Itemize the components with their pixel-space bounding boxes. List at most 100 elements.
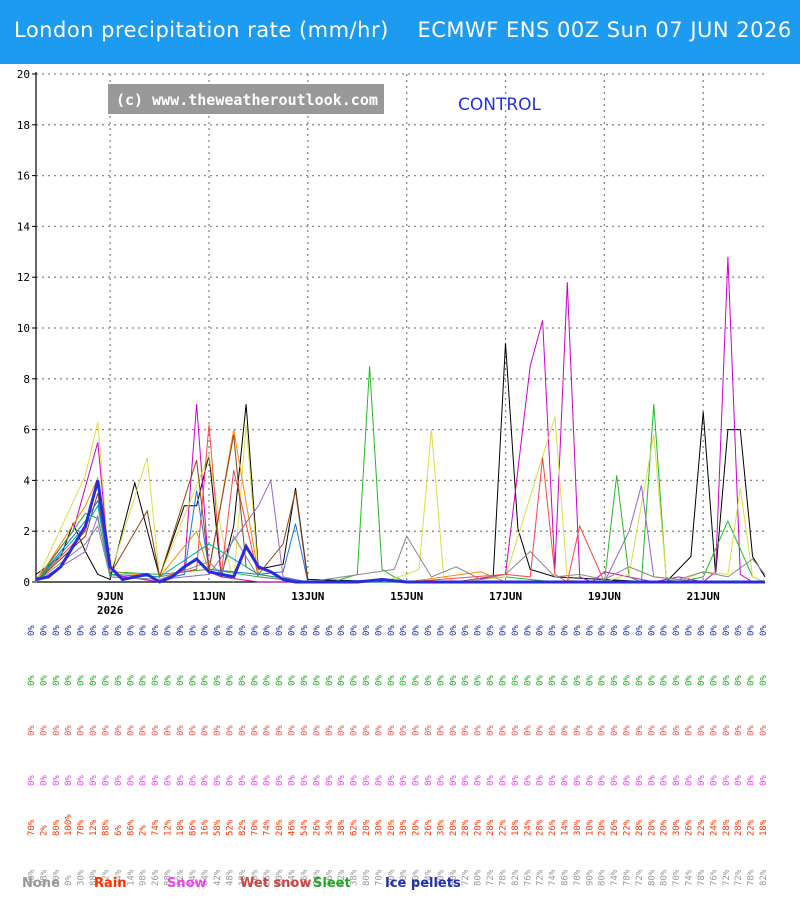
percent-label-wet-snow: 0% <box>598 725 608 736</box>
percent-label-sleet: 0% <box>635 675 645 686</box>
percent-label-rain: 80% <box>52 819 62 836</box>
percent-label-none: 98% <box>139 869 149 886</box>
percent-label-sleet: 0% <box>374 675 384 686</box>
percent-label-wet-snow: 0% <box>536 725 546 736</box>
percent-label-none: 74% <box>685 869 695 886</box>
percent-label-ice-pellets: 0% <box>226 625 236 636</box>
percent-label-none: 70% <box>672 869 682 886</box>
percent-label-sleet: 0% <box>474 675 484 686</box>
percent-label-snow: 0% <box>188 775 198 786</box>
percent-label-wet-snow: 0% <box>436 725 446 736</box>
percent-label-snow: 0% <box>362 775 372 786</box>
percent-label-ice-pellets: 0% <box>176 625 186 636</box>
percent-label-wet-snow: 0% <box>238 725 248 736</box>
x-tick-label: 21JUN <box>687 590 720 603</box>
percent-label-rain: 26% <box>610 819 620 836</box>
percent-label-ice-pellets: 0% <box>164 625 174 636</box>
percent-label-ice-pellets: 0% <box>312 625 322 636</box>
percent-label-snow: 0% <box>374 775 384 786</box>
percent-label-wet-snow: 0% <box>672 725 682 736</box>
percent-label-rain: 20% <box>449 819 459 836</box>
percent-label-wet-snow: 0% <box>759 725 769 736</box>
percent-label-wet-snow: 0% <box>139 725 149 736</box>
y-tick-label: 10 <box>17 322 30 335</box>
percent-label-none: 80% <box>660 869 670 886</box>
percent-label-none: 80% <box>647 869 657 886</box>
percent-label-ice-pellets: 0% <box>39 625 49 636</box>
percent-label-rain: 30% <box>399 819 409 836</box>
percent-label-rain: 26% <box>685 819 695 836</box>
percent-label-snow: 0% <box>387 775 397 786</box>
percent-label-none: 80% <box>598 869 608 886</box>
percent-label-wet-snow: 0% <box>89 725 99 736</box>
percent-label-sleet: 0% <box>747 675 757 686</box>
percent-label-wet-snow: 0% <box>734 725 744 736</box>
percent-label-sleet: 0% <box>312 675 322 686</box>
percent-label-none: 26% <box>151 869 161 886</box>
percent-label-rain: 82% <box>238 819 248 836</box>
percent-label-snow: 0% <box>151 775 161 786</box>
percent-label-rain: 34% <box>325 819 335 836</box>
percent-label-rain: 30% <box>436 819 446 836</box>
percent-label-wet-snow: 0% <box>312 725 322 736</box>
percent-label-ice-pellets: 0% <box>52 625 62 636</box>
percent-label-ice-pellets: 0% <box>474 625 484 636</box>
percent-label-sleet: 0% <box>499 675 509 686</box>
percent-label-rain: 20% <box>598 819 608 836</box>
percent-label-sleet: 0% <box>64 675 74 686</box>
percent-label-rain: 74% <box>263 819 273 836</box>
percent-label-snow: 0% <box>573 775 583 786</box>
percent-label-none: 74% <box>610 869 620 886</box>
percent-label-none: 74% <box>548 869 558 886</box>
percent-label-ice-pellets: 0% <box>337 625 347 636</box>
percent-label-wet-snow: 0% <box>449 725 459 736</box>
percent-label-ice-pellets: 0% <box>114 625 124 636</box>
precipitation-chart: 0 2 4 6 8 10 12 14 16 18 20 9JUN2026 11JUN 13JUN 15JUN… <box>17 68 769 886</box>
percent-label-wet-snow: 0% <box>548 725 558 736</box>
x-tick-label: 9JUN <box>97 590 124 603</box>
percent-label-wet-snow: 0% <box>39 725 49 736</box>
percent-label-snow: 0% <box>610 775 620 786</box>
percent-label-none: 0% <box>64 875 74 886</box>
percent-label-sleet: 0% <box>188 675 198 686</box>
percent-label-snow: 0% <box>511 775 521 786</box>
x-tick-year: 2026 <box>97 604 124 617</box>
percent-label-snow: 0% <box>312 775 322 786</box>
percent-label-ice-pellets: 0% <box>759 625 769 636</box>
y-tick-label: 18 <box>17 119 30 132</box>
percent-label-none: 42% <box>213 869 223 886</box>
percent-label-ice-pellets: 0% <box>523 625 533 636</box>
percent-label-none: 72% <box>722 869 732 886</box>
percent-label-snow: 0% <box>647 775 657 786</box>
percent-label-sleet: 0% <box>759 675 769 686</box>
percent-label-ice-pellets: 0% <box>89 625 99 636</box>
percent-label-sleet: 0% <box>598 675 608 686</box>
percent-label-rain: 62% <box>350 819 360 836</box>
percent-label-ice-pellets: 0% <box>250 625 260 636</box>
percent-label-rain: 24% <box>523 819 533 836</box>
y-tick-label: 12 <box>17 271 30 284</box>
percent-label-sleet: 0% <box>275 675 285 686</box>
percent-label-sleet: 0% <box>77 675 87 686</box>
percent-label-wet-snow: 0% <box>709 725 719 736</box>
percent-label-ice-pellets: 0% <box>598 625 608 636</box>
percent-label-wet-snow: 0% <box>126 725 136 736</box>
percent-label-wet-snow: 0% <box>275 725 285 736</box>
percent-label-ice-pellets: 0% <box>436 625 446 636</box>
percent-label-sleet: 0% <box>201 675 211 686</box>
percent-label-wet-snow: 0% <box>263 725 273 736</box>
percent-label-snow: 0% <box>77 775 87 786</box>
percent-label-sleet: 0% <box>685 675 695 686</box>
percent-label-wet-snow: 0% <box>747 725 757 736</box>
percent-label-wet-snow: 0% <box>350 725 360 736</box>
percent-label-snow: 0% <box>722 775 732 786</box>
percent-label-rain: 30% <box>573 819 583 836</box>
percent-label-snow: 0% <box>561 775 571 786</box>
percent-label-rain: 20% <box>362 819 372 836</box>
ensemble-series-line <box>35 366 766 583</box>
percent-label-wet-snow: 0% <box>300 725 310 736</box>
percent-label-sleet: 0% <box>610 675 620 686</box>
percent-label-snow: 0% <box>213 775 223 786</box>
percent-label-rain: 18% <box>176 819 186 836</box>
percent-label-wet-snow: 0% <box>412 725 422 736</box>
